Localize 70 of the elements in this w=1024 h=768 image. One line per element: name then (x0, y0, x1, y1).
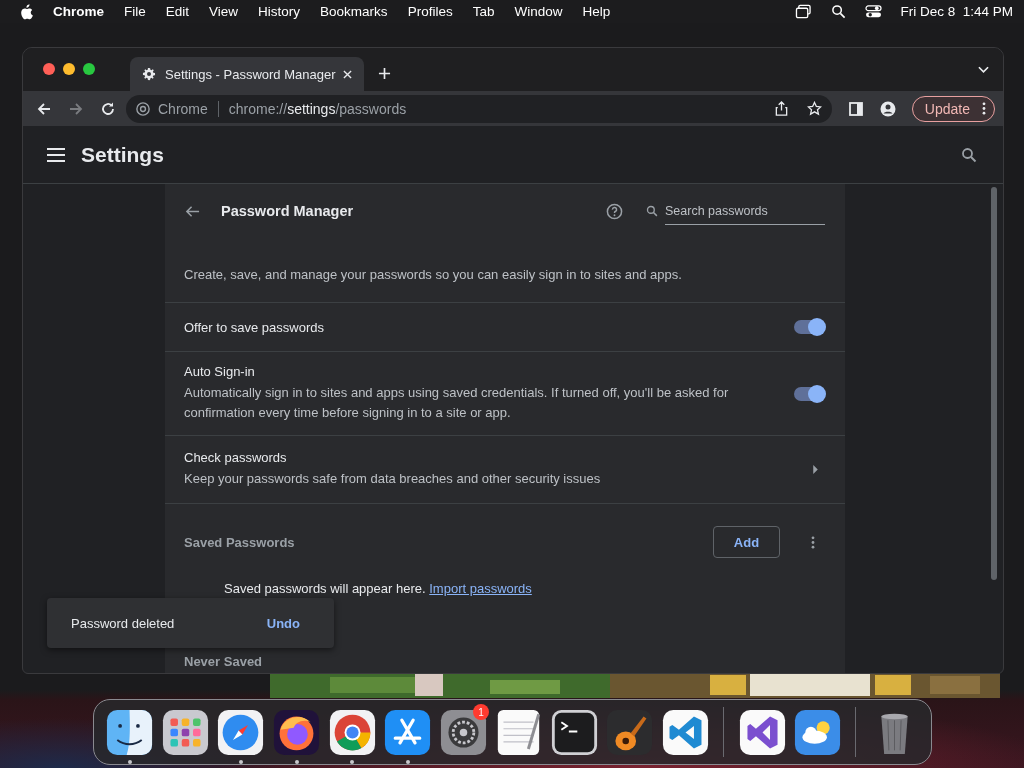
app-icon[interactable] (550, 708, 598, 756)
close-icon[interactable] (343, 69, 352, 79)
row-subtitle: Automatically sign in to sites and apps using saved credentials. If turned off, you'll be asked for confirmation every time before signing in to a site or app. (184, 384, 730, 422)
add-button[interactable]: Add (713, 526, 780, 558)
app-icon[interactable] (495, 708, 543, 756)
row-subtitle: Keep your passwords safe from data breaches and other security issues (184, 470, 602, 488)
app-icon[interactable] (384, 708, 432, 756)
forward-icon[interactable] (68, 100, 84, 117)
app-icon[interactable] (738, 708, 786, 756)
apple-icon[interactable] (19, 3, 33, 20)
section-heading: Saved Passwords (184, 534, 295, 550)
row-title: Auto Sign-in (184, 364, 256, 379)
menu-app-name[interactable]: Chrome (53, 4, 104, 19)
chevron-down-icon[interactable] (978, 65, 989, 74)
back-icon[interactable] (36, 100, 52, 117)
menu-item[interactable]: Profiles (407, 4, 453, 19)
toast-message: Password deleted (71, 615, 176, 631)
toggle-switch[interactable] (794, 386, 824, 401)
windows-icon[interactable] (795, 4, 813, 19)
row-title: Check passwords (184, 450, 288, 465)
update-button[interactable]: Update (911, 95, 995, 122)
app-icon[interactable] (794, 708, 842, 756)
menu-icon[interactable] (47, 147, 65, 162)
tab-title: Settings - Password Manager (165, 66, 336, 82)
search-icon[interactable] (961, 146, 977, 163)
menu-item[interactable]: Edit (165, 4, 190, 19)
menu-item[interactable]: File (124, 4, 146, 19)
menu-item[interactable]: History (258, 4, 301, 19)
search-icon[interactable] (830, 4, 848, 19)
app-icon[interactable] (273, 708, 320, 756)
kebab-icon[interactable] (982, 102, 986, 115)
share-icon[interactable] (773, 101, 789, 116)
search-field[interactable]: Search passwords (665, 197, 825, 225)
app-icon[interactable] (106, 708, 154, 756)
profile-icon[interactable] (879, 100, 896, 117)
gear-icon (142, 67, 156, 81)
app-icon[interactable] (439, 708, 487, 756)
app-icon[interactable] (328, 708, 376, 756)
notification-badge: 1 (473, 704, 490, 720)
app-icon[interactable] (662, 708, 710, 756)
settings-title: Settings (81, 142, 164, 167)
chrome-logo-icon (136, 101, 150, 116)
page-description: Create, save, and manage your passwords so you can easily sign in to sites and apps. (165, 267, 845, 303)
reload-icon[interactable] (100, 100, 116, 117)
menu-item[interactable]: Help (582, 4, 611, 19)
app-icon[interactable] (606, 708, 654, 756)
new-tab-icon[interactable] (378, 67, 391, 80)
browser-tab[interactable]: Settings - Password Manager (130, 57, 364, 91)
import-link[interactable]: Import passwords (429, 581, 532, 596)
menu-item[interactable]: View (209, 4, 239, 19)
app-icon[interactable] (217, 708, 265, 756)
star-icon[interactable] (806, 101, 822, 116)
control-center-icon[interactable] (865, 4, 883, 19)
page-title: Password Manager (221, 203, 354, 219)
section-heading: Never Saved (184, 654, 264, 669)
row-title: Offer to save passwords (184, 319, 325, 335)
toggle-switch[interactable] (794, 320, 824, 334)
caret-right-icon[interactable] (813, 465, 818, 474)
menu-item[interactable]: Bookmarks (320, 4, 388, 19)
help-icon[interactable] (606, 202, 623, 220)
menu-clock: Fri Dec 8 1:44 PM (900, 4, 1013, 19)
address-bar[interactable]: Chrome chrome://settings/passwords (126, 94, 832, 123)
kebab-icon[interactable] (811, 535, 815, 549)
app-icon[interactable] (161, 708, 209, 756)
empty-message: Saved passwords will appear here. Import passwords (224, 581, 533, 596)
undo-button[interactable]: Undo (266, 615, 300, 631)
search-icon (646, 205, 658, 217)
menu-item[interactable]: Tab (472, 4, 495, 19)
side-panel-icon[interactable] (847, 100, 864, 117)
menu-item[interactable]: Window (514, 4, 563, 19)
